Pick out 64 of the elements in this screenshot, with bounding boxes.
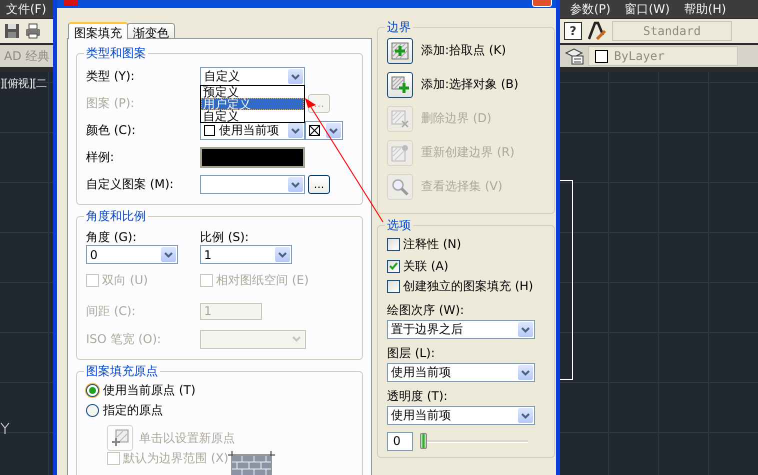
menu-item[interactable]: 参数(P): [570, 0, 611, 18]
dropdown-field[interactable]: [200, 175, 305, 194]
group-title: 选项: [386, 218, 412, 233]
field-label: 比例 (S):: [200, 229, 250, 245]
field-label: 图案 (P):: [86, 96, 136, 111]
search-icon: [387, 174, 413, 200]
remove-boundary-icon: [387, 106, 413, 132]
dropdown-field[interactable]: 0: [86, 245, 178, 264]
set-origin-icon: [111, 429, 129, 447]
field-label: 自定义图案 (M):: [86, 177, 175, 192]
checkmark-icon: [389, 262, 398, 270]
recreate-boundary-icon: [387, 140, 413, 166]
field-label: 间距 (C):: [86, 303, 137, 320]
layer-icon[interactable]: [564, 47, 584, 65]
group-title: 边界: [386, 20, 412, 35]
group-title: 角度和比例: [85, 209, 147, 224]
dropdown-field[interactable]: 使用当前项: [387, 406, 535, 425]
field-label: 类型 (Y):: [86, 69, 136, 84]
add-pick-points-button[interactable]: 添加:拾取点 (K): [387, 37, 506, 64]
slider-thumb[interactable]: [420, 433, 427, 449]
swatch-icon: [204, 125, 215, 136]
field-label: ISO 笔宽 (O):: [86, 331, 162, 348]
field-label: 绘图次序 (W):: [387, 302, 466, 319]
tab[interactable]: 渐变色: [127, 23, 175, 38]
add-select-objects-button[interactable]: 添加:选择对象 (B): [387, 71, 518, 98]
dropdown-field[interactable]: 置于边界之后: [387, 320, 535, 339]
pick-points-icon: [387, 38, 413, 64]
save-icon[interactable]: [4, 23, 20, 39]
group-title: 图案填充原点: [85, 364, 159, 379]
checkbox[interactable]: 关联 (A): [387, 258, 448, 274]
print-icon[interactable]: [25, 23, 41, 39]
field-label: 颜色 (C):: [86, 123, 137, 138]
text-style-icon[interactable]: [587, 21, 607, 41]
color-swatch-icon: [309, 125, 320, 136]
viewport-label[interactable]: ][俯视][二: [0, 76, 47, 91]
dropdown-field[interactable]: 1: [200, 245, 292, 264]
browse-button[interactable]: ...: [308, 175, 330, 194]
tab[interactable]: 图案填充: [68, 22, 128, 39]
dropdown-field[interactable]: 自定义: [200, 67, 305, 86]
pattern-swatch[interactable]: [200, 147, 305, 168]
app-icon: [64, 0, 78, 6]
ucs-axis-icon: [0, 422, 10, 434]
swatch-icon: [595, 50, 608, 62]
radio-button[interactable]: 指定的原点: [86, 403, 163, 418]
field-label: 图层 (L):: [387, 345, 436, 362]
group-title: 类型和图案: [85, 46, 147, 61]
dropdown-option[interactable]: 自定义: [201, 110, 304, 122]
menu-item[interactable]: 帮助(H): [684, 0, 726, 18]
help-button[interactable]: ?: [564, 22, 582, 40]
close-button[interactable]: [532, 0, 552, 7]
field-label: 样例:: [86, 150, 116, 165]
dropdown-field[interactable]: 使用当前项: [200, 121, 305, 140]
transparency-field[interactable]: 0: [387, 432, 413, 451]
dropdown-field[interactable]: 使用当前项: [387, 363, 535, 382]
radio-button[interactable]: 使用当前原点 (T): [86, 383, 196, 398]
dropdown-option[interactable]: 用户定义: [201, 98, 304, 110]
field-label: 角度 (G):: [86, 229, 138, 245]
color-dropdown[interactable]: [305, 121, 343, 140]
checkbox[interactable]: 注释性 (N): [387, 236, 462, 252]
dropdown-option[interactable]: 预定义: [201, 86, 304, 98]
menu-item[interactable]: 窗口(W): [624, 0, 670, 18]
checkbox[interactable]: 创建独立的图案填充 (H): [387, 278, 534, 294]
field-label: 透明度 (T):: [387, 388, 449, 405]
select-objects-icon: [387, 72, 413, 98]
